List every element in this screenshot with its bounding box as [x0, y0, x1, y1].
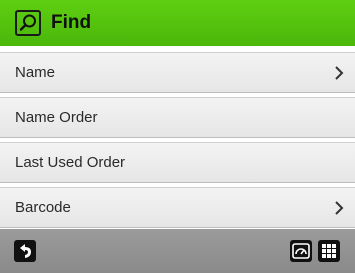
menu-item-label: Barcode: [15, 199, 71, 216]
grid-button[interactable]: [318, 240, 340, 262]
search-icon: [15, 10, 41, 36]
page-title: Find: [51, 12, 92, 33]
back-button[interactable]: [14, 240, 36, 262]
menu-item-name-order[interactable]: Name Order: [0, 97, 355, 138]
dashboard-gauge-icon: [292, 243, 310, 259]
menu-item-barcode[interactable]: Barcode: [0, 187, 355, 228]
menu-item-label: Last Used Order: [15, 154, 126, 171]
menu-item-last-used-order[interactable]: Last Used Order: [0, 142, 355, 183]
chevron-right-icon: [335, 66, 344, 80]
footer-bar: [0, 229, 355, 273]
grid-icon: [322, 244, 336, 258]
back-arrow-icon: [20, 244, 31, 258]
menu-item-name[interactable]: Name: [0, 52, 355, 93]
header-bar: Find: [0, 0, 355, 46]
menu-item-label: Name: [15, 64, 56, 81]
dashboard-button[interactable]: [290, 240, 312, 262]
chevron-right-icon: [335, 201, 344, 215]
menu-item-label: Name Order: [15, 109, 98, 126]
find-screen: Find Name Name Order Last Used Order Bar…: [0, 0, 355, 273]
